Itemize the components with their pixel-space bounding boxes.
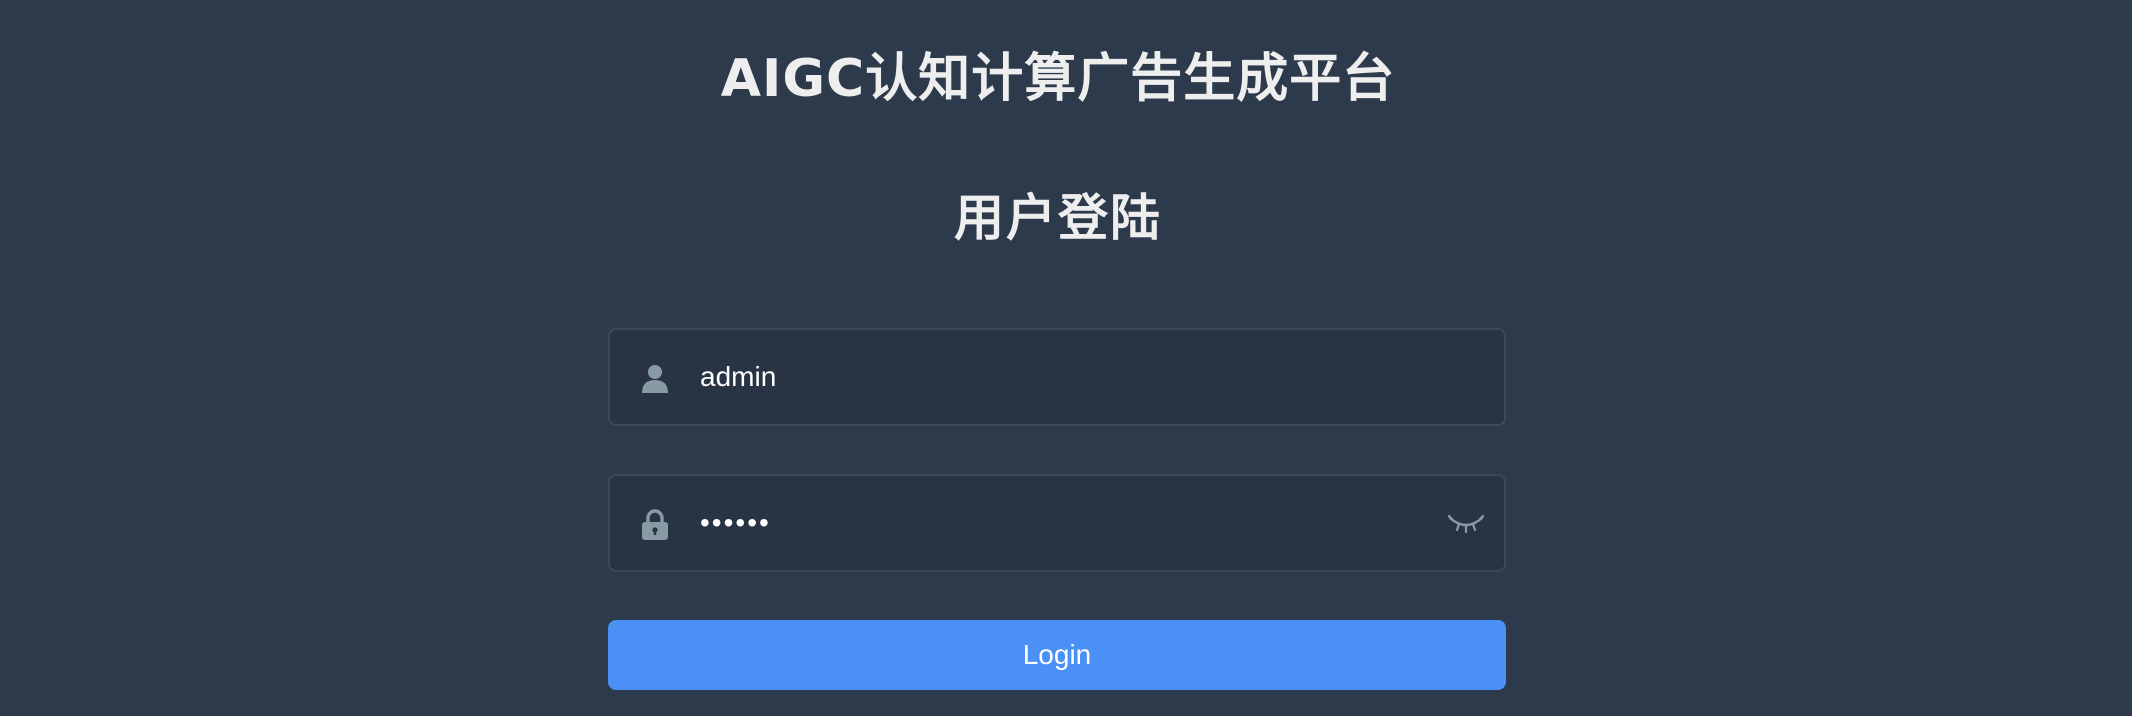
username-input[interactable] <box>700 330 1400 424</box>
username-field[interactable] <box>608 328 1506 426</box>
password-input[interactable] <box>700 476 1400 570</box>
app-title: AIGC认知计算广告生成平台 <box>720 49 1396 109</box>
login-heading: 用户登陆 <box>954 189 1162 247</box>
login-page: AIGC认知计算广告生成平台 用户登陆 Login <box>0 0 2132 716</box>
login-button[interactable]: Login <box>608 620 1506 690</box>
eye-closed-icon[interactable] <box>1448 512 1484 536</box>
password-field[interactable] <box>608 474 1506 572</box>
user-icon <box>642 365 668 393</box>
lock-icon <box>642 509 668 540</box>
